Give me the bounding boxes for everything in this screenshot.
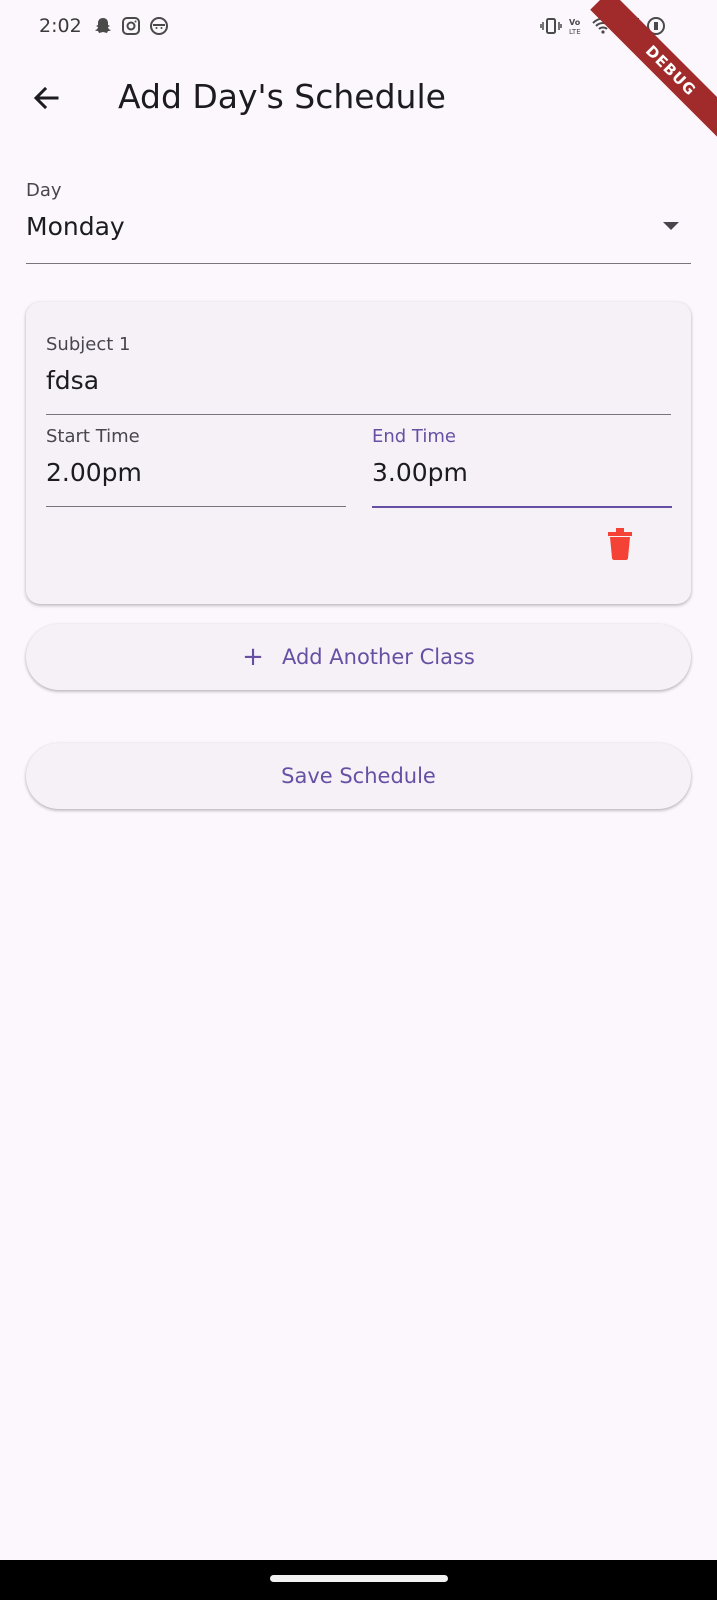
start-time-value: 2.00pm — [46, 458, 142, 487]
home-indicator[interactable] — [270, 1575, 448, 1582]
svg-text:LTE: LTE — [569, 28, 581, 36]
subject-value: fdsa — [46, 366, 100, 395]
class-card: Subject 1 fdsa Start Time 2.00pm End Tim… — [26, 302, 691, 604]
day-dropdown[interactable]: Day Monday — [26, 178, 691, 264]
status-time: 2:02 — [39, 15, 82, 37]
arrow-back-icon — [31, 83, 61, 117]
end-time-value: 3.00pm — [372, 458, 468, 487]
end-time-field[interactable]: End Time 3.00pm — [372, 424, 672, 508]
day-label: Day — [26, 180, 62, 201]
add-another-class-button[interactable]: + Add Another Class — [26, 624, 691, 690]
instagram-icon — [121, 16, 141, 36]
page-title: Add Day's Schedule — [118, 77, 446, 116]
end-time-label: End Time — [372, 426, 456, 447]
volte-icon: Vo LTE — [568, 16, 586, 36]
subject-field[interactable]: Subject 1 fdsa — [46, 332, 671, 415]
app-bar: Add Day's Schedule — [0, 54, 717, 144]
subject-label: Subject 1 — [46, 334, 131, 355]
add-class-label: Add Another Class — [281, 645, 475, 669]
system-nav-bar — [0, 1560, 717, 1600]
vibrate-icon — [540, 16, 562, 36]
snapchat-icon — [93, 16, 113, 36]
start-time-label: Start Time — [46, 426, 140, 447]
svg-text:Vo: Vo — [569, 18, 581, 27]
plus-icon: + — [242, 642, 264, 672]
start-time-field[interactable]: Start Time 2.00pm — [46, 424, 346, 507]
dropdown-arrow-icon — [663, 222, 679, 230]
save-label: Save Schedule — [281, 764, 436, 788]
face-icon — [149, 16, 169, 36]
delete-class-button[interactable] — [596, 522, 644, 570]
notification-icons — [93, 16, 169, 36]
day-value: Monday — [26, 212, 125, 241]
back-button[interactable] — [22, 76, 70, 124]
save-schedule-button[interactable]: Save Schedule — [26, 743, 691, 809]
trash-icon — [607, 528, 633, 564]
